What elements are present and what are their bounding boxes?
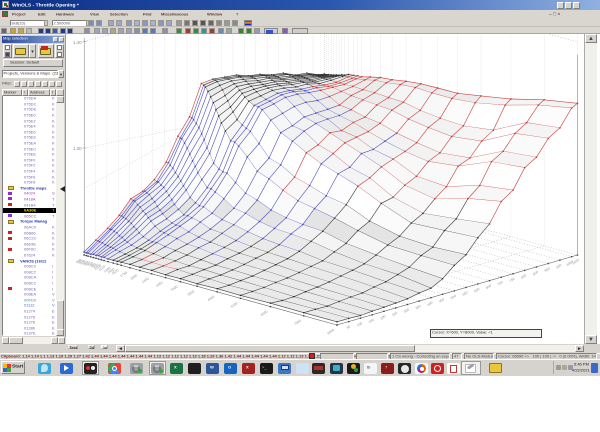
- svg-text:1.30: 1.30: [73, 146, 82, 151]
- svg-text:1.40: 1.40: [73, 40, 82, 45]
